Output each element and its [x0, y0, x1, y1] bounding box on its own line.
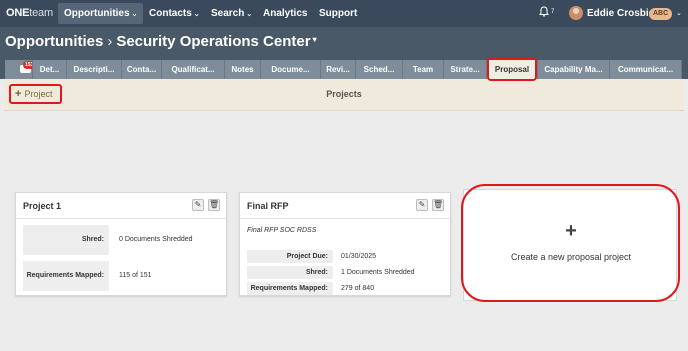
user-name[interactable]: Eddie Crosbie	[587, 8, 654, 19]
tab-description[interactable]: Descripti...	[67, 60, 122, 79]
breadcrumb-separator: ›	[107, 33, 113, 50]
tab-chat[interactable]: 153	[5, 60, 33, 79]
user-menu-chevron-icon[interactable]: ⌄	[676, 9, 682, 17]
page-title[interactable]: Security Operations Center	[116, 33, 310, 50]
nav-contacts[interactable]: Contacts ⌄	[143, 3, 206, 24]
page-header: Opportunities › Security Operations Center…	[0, 27, 688, 58]
nav-analytics[interactable]: Analytics	[257, 3, 313, 24]
requirements-mapped-label: Requirements Mapped:	[23, 261, 109, 291]
user-avatar[interactable]	[569, 6, 583, 20]
tab-documents[interactable]: Docume...	[261, 60, 321, 79]
shred-label: Shred:	[23, 225, 109, 255]
tab-schedule[interactable]: Sched...	[356, 60, 403, 79]
requirements-mapped-label: Requirements Mapped:	[247, 282, 333, 295]
delete-trash-icon[interactable]: 🗑	[208, 199, 220, 211]
shred-label: Shred:	[247, 266, 333, 279]
card-header: Final RFP ✎ 🗑	[240, 193, 450, 219]
user-org-badge: ABC	[649, 8, 673, 20]
nav-opportunities[interactable]: Opportunities ⌄	[58, 3, 144, 24]
nav-search[interactable]: Search ⌄	[205, 3, 258, 24]
chat-count-badge: 153	[23, 61, 32, 69]
card-header: Project 1 ✎ 🗑	[16, 193, 226, 219]
tab-contacts[interactable]: Conta...	[122, 60, 162, 79]
title-dropdown-caret-icon[interactable]: ▾	[313, 35, 317, 44]
create-proposal-project-card[interactable]: + Create a new proposal project	[463, 189, 677, 301]
tab-notes[interactable]: Notes	[225, 60, 261, 79]
tab-strategy[interactable]: Strate...	[444, 60, 487, 79]
nav-support[interactable]: Support	[313, 3, 363, 24]
shred-value: 0 Documents Shredded	[119, 236, 193, 243]
top-nav: ONEteam Opportunities ⌄ Contacts ⌄ Search ⌄…	[0, 0, 688, 27]
tab-details[interactable]: Det...	[33, 60, 67, 79]
plus-icon: +	[565, 220, 577, 242]
requirements-mapped-value: 115 of 151	[119, 272, 152, 279]
bell-icon[interactable]	[539, 6, 549, 17]
card-title[interactable]: Project 1	[23, 201, 61, 211]
project-card[interactable]: Final RFP ✎ 🗑 Final RFP SOC RDSS Project…	[239, 192, 451, 296]
breadcrumb: Opportunities › Security Operations Center…	[5, 33, 317, 50]
project-due-value: 01/30/2025	[341, 253, 377, 260]
requirements-mapped-value: 279 of 840	[341, 285, 375, 292]
tab-proposal[interactable]: Proposal	[487, 60, 538, 79]
project-due-label: Project Due:	[247, 250, 333, 263]
edit-pencil-icon[interactable]: ✎	[416, 199, 428, 211]
oneteam-logo[interactable]: ONEteam	[6, 7, 53, 19]
create-proposal-project-label: Create a new proposal project	[510, 252, 632, 262]
tab-reviews[interactable]: Revi...	[321, 60, 356, 79]
delete-trash-icon[interactable]: 🗑	[432, 199, 444, 211]
card-title[interactable]: Final RFP	[247, 201, 289, 211]
tab-capability-matrix[interactable]: Capability Ma...	[538, 60, 610, 79]
tab-qualification[interactable]: Qualificat...	[162, 60, 225, 79]
tab-bar: 153 Det... Descripti... Conta... Qualifi…	[0, 58, 688, 79]
breadcrumb-opportunities[interactable]: Opportunities	[5, 33, 103, 50]
card-subtitle: Final RFP SOC RDSS	[247, 227, 317, 234]
project-card[interactable]: Project 1 ✎ 🗑 Shred: 0 Documents Shredde…	[15, 192, 227, 296]
shred-value: 1 Documents Shredded	[341, 269, 415, 276]
tab-communications[interactable]: Communicat...	[610, 60, 682, 79]
notification-count: 7	[551, 9, 555, 15]
projects-toolbar: + Project Projects	[4, 79, 684, 111]
edit-pencil-icon[interactable]: ✎	[192, 199, 204, 211]
tab-team[interactable]: Team	[403, 60, 444, 79]
projects-heading: Projects	[326, 89, 362, 99]
